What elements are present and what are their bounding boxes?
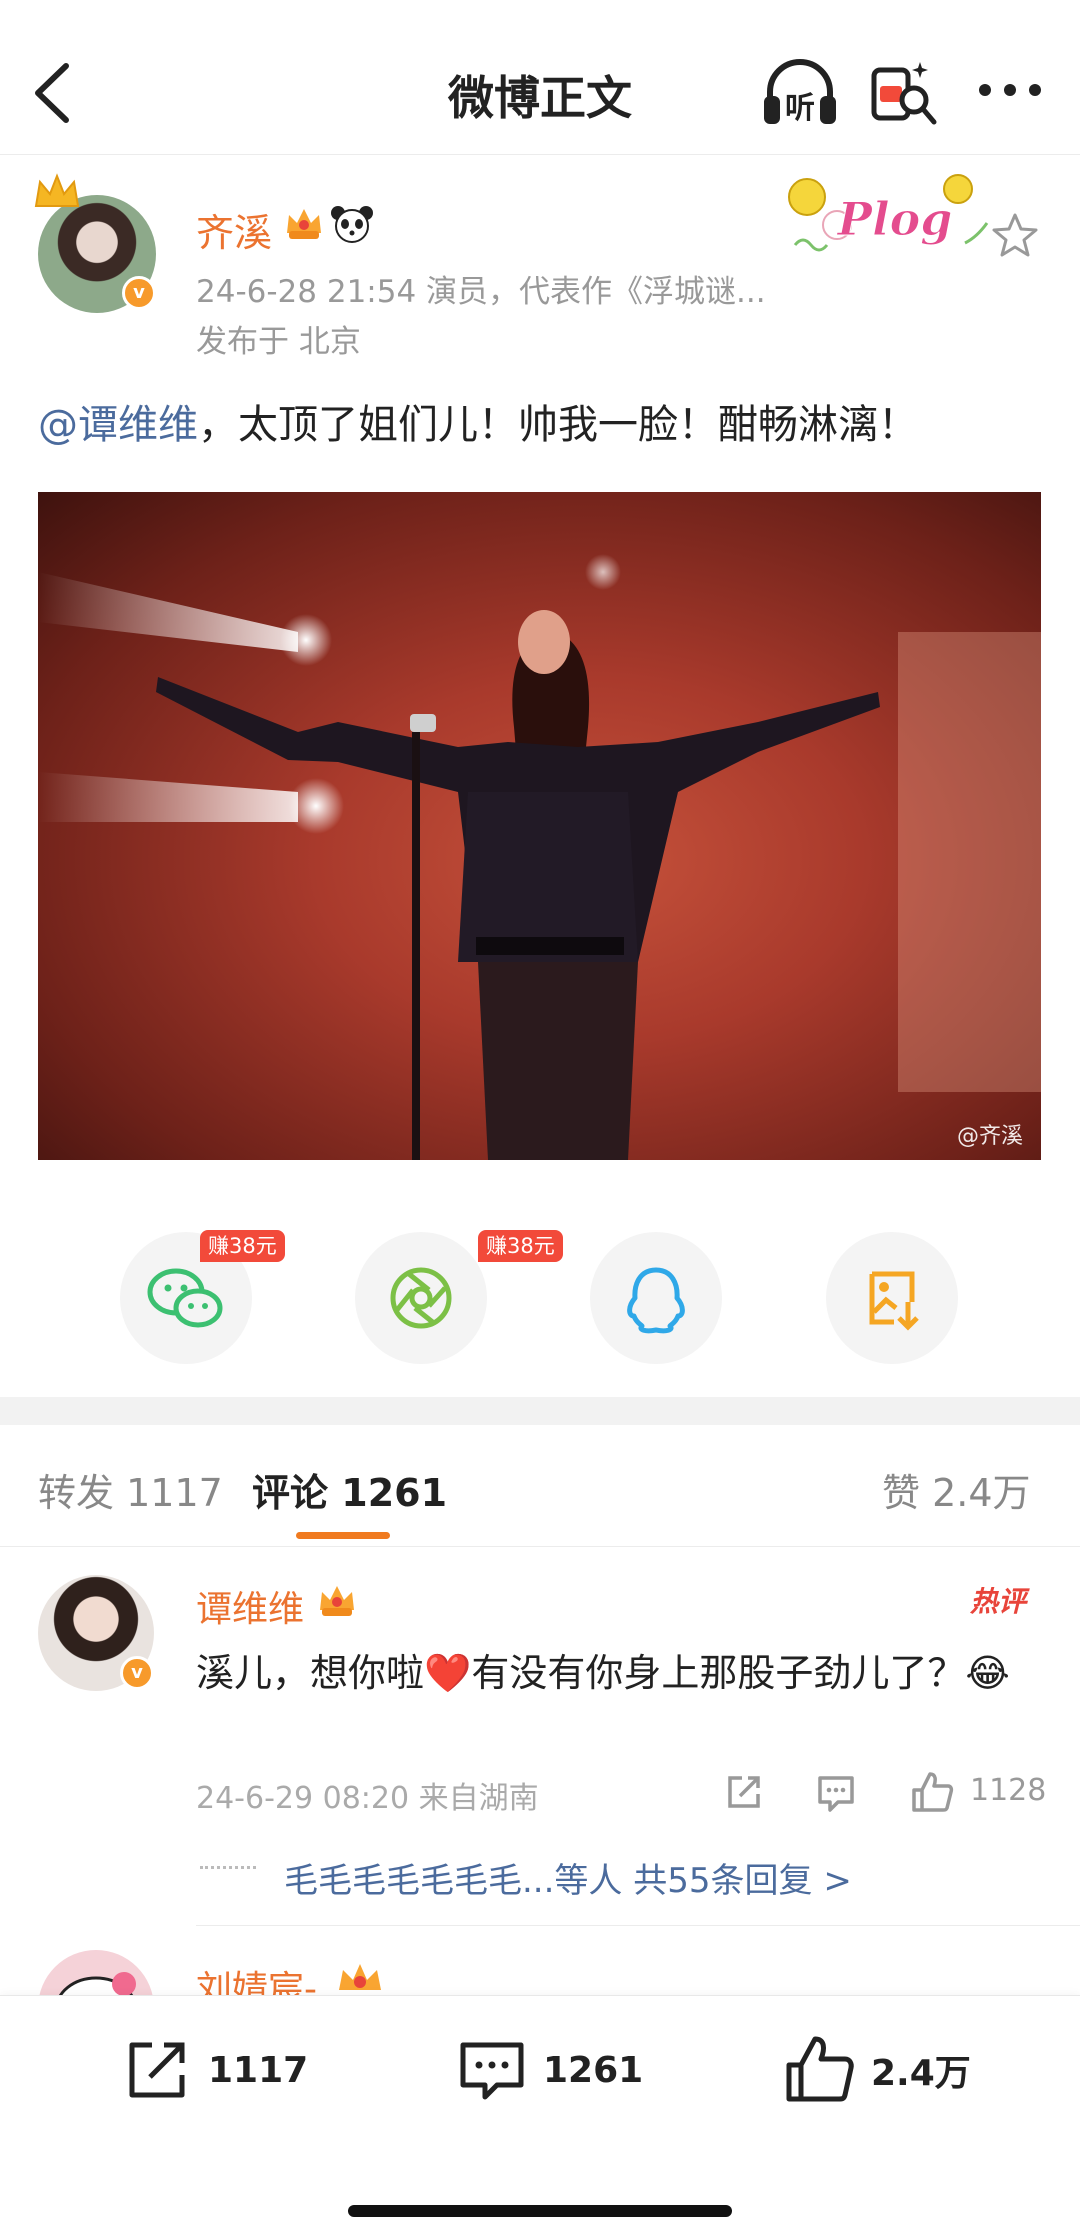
tab-likes[interactable]: 赞 2.4万 — [882, 1462, 1031, 1517]
mention-link[interactable]: @谭维维 — [38, 402, 198, 448]
bottom-repost-count: 1117 — [208, 2049, 309, 2091]
tab-comments[interactable]: 评论 1261 — [252, 1462, 447, 1517]
tab-likes-count: 2.4万 — [932, 1471, 1031, 1515]
bottom-comment-button[interactable]: 1261 — [455, 2033, 643, 2107]
plog-sticker-icon: Plog — [788, 174, 989, 252]
bottom-comment-count: 1261 — [543, 2049, 644, 2091]
tabs-divider — [0, 1546, 1080, 1547]
panda-icon — [331, 206, 373, 243]
comment-author-name[interactable]: 谭维维 — [196, 1580, 304, 1632]
tab-repost-label: 转发 — [38, 1471, 115, 1515]
photo-watermark: @齐溪 — [956, 1124, 1023, 1149]
like-thumb-icon — [786, 2036, 854, 2102]
tab-likes-label: 赞 — [882, 1471, 921, 1515]
comment-verified-badge: v — [120, 1656, 154, 1690]
vip-crown-icon — [287, 209, 321, 239]
crown-icon — [34, 173, 80, 207]
comment2-vip-crown-icon — [339, 1964, 381, 1990]
bottom-like-count: 2.4万 — [871, 2053, 971, 2094]
comment-replies-link[interactable]: 毛毛毛毛毛毛毛...等人 共55条回复 > — [284, 1853, 852, 1902]
bottom-repost-button[interactable]: 1117 — [120, 2033, 308, 2107]
section-divider — [0, 1397, 1080, 1425]
plog-label: Plog — [836, 192, 953, 246]
stage-scene-illustration — [38, 554, 1041, 1160]
share-qq-button[interactable] — [590, 1232, 722, 1364]
comment-like-count: 1128 — [970, 1773, 1047, 1808]
author-name[interactable]: 齐溪 — [196, 202, 272, 257]
tab-comments-label: 评论 — [252, 1471, 329, 1515]
comment-divider — [196, 1925, 1080, 1926]
listen-headphones-icon[interactable]: 听 — [760, 56, 840, 128]
post-meta: 24-6-28 21:54 演员，代表作《浮城谜... — [196, 274, 766, 310]
comment-like-icon[interactable] — [910, 1770, 954, 1814]
qq-icon — [627, 1267, 685, 1334]
comment-vip-crown-icon — [320, 1586, 354, 1616]
hot-comment-tag: 热评 — [970, 1585, 1027, 1618]
tab-repost[interactable]: 转发 1117 — [38, 1462, 223, 1517]
red-packet-icon[interactable] — [868, 56, 940, 128]
favorite-star-icon[interactable] — [990, 210, 1040, 260]
comment-reply-icon[interactable] — [814, 1770, 858, 1814]
active-tab-indicator — [296, 1532, 390, 1539]
share-moments-button[interactable] — [355, 1232, 487, 1364]
save-image-icon — [869, 1271, 919, 1331]
comment-text: 溪儿，想你啦❤️有没有你身上那股子劲儿了？😂 — [196, 1651, 1010, 1695]
reply-dots-divider — [200, 1866, 256, 1869]
listen-label: 听 — [785, 91, 815, 126]
moments-reward-badge: 赚38元 — [478, 1230, 563, 1262]
post-location: 发布于 北京 — [196, 324, 361, 360]
post-photo[interactable]: @齐溪 — [38, 492, 1041, 1160]
moments-icon — [390, 1267, 452, 1329]
home-indicator[interactable] — [348, 2205, 732, 2217]
comment-icon — [460, 2042, 524, 2100]
bottom-like-button[interactable]: 2.4万 — [783, 2033, 971, 2107]
tab-comments-count: 1261 — [341, 1471, 448, 1515]
reply-authors: 毛毛毛毛毛毛毛...等人 — [284, 1861, 623, 1901]
verified-badge: v — [122, 276, 156, 310]
comment-share-icon[interactable] — [722, 1770, 766, 1814]
save-image-button[interactable] — [826, 1232, 958, 1364]
tab-repost-count: 1117 — [126, 1471, 223, 1515]
more-options-icon[interactable] — [975, 70, 1045, 110]
repost-icon — [129, 2042, 185, 2098]
wechat-reward-badge: 赚38元 — [200, 1230, 285, 1262]
bottom-action-bar — [0, 1995, 1080, 2239]
post-body: ，太顶了姐们儿！帅我一脸！酣畅淋漓！ — [198, 402, 918, 448]
post-text: @谭维维，太顶了姐们儿！帅我一脸！酣畅淋漓！ — [38, 392, 918, 450]
top-nav-bar: 微博正文 听 — [0, 0, 1080, 155]
comment-meta: 24-6-29 08:20 来自湖南 — [196, 1781, 539, 1816]
reply-count: 共55条回复 > — [633, 1861, 852, 1901]
